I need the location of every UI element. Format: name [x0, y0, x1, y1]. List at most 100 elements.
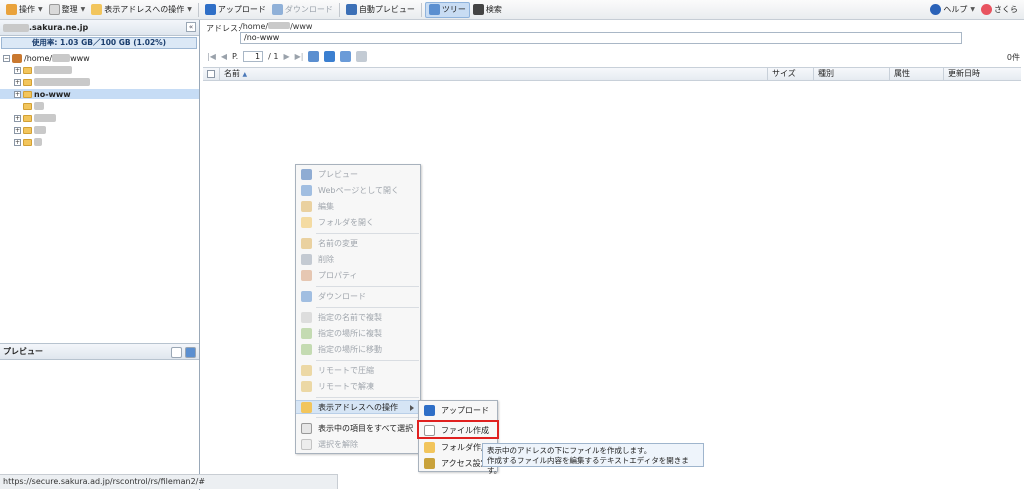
menu-item-open-folder[interactable]: フォルダを開く: [296, 215, 420, 229]
menu-item-download[interactable]: ダウンロード: [296, 289, 420, 303]
folder-icon: [23, 90, 32, 98]
archive-icon: [301, 380, 312, 392]
expand-node-icon[interactable]: +: [14, 78, 21, 86]
search-button[interactable]: 検索: [470, 2, 505, 18]
column-type[interactable]: 種別: [813, 68, 889, 81]
address-path: /home//www: [240, 22, 313, 31]
tree-item[interactable]: [0, 101, 199, 111]
annotation-highlight-box: [417, 420, 499, 439]
new-folder-icon: [424, 441, 435, 453]
folder-icon: [23, 102, 32, 110]
cursor-icon: [301, 422, 312, 434]
menu-divider: [316, 417, 419, 418]
menu-item-copy-named[interactable]: 指定の名前で複製: [296, 310, 420, 324]
operate-menu-button[interactable]: 操作 ▼: [3, 2, 46, 18]
redacted-text: [34, 138, 42, 146]
menu-item-properties[interactable]: プロパティ: [296, 268, 420, 282]
column-name[interactable]: 名前 ▲: [219, 68, 767, 81]
monitor-icon: [345, 4, 357, 15]
tooltip: 表示中のアドレスの下にファイルを作成します。 作成するファイル内容を編集するテキ…: [482, 443, 704, 475]
tree-toggle-button[interactable]: ツリー: [424, 1, 470, 18]
next-page-icon[interactable]: ▶: [283, 52, 289, 61]
tree-item[interactable]: +: [0, 113, 199, 123]
download-icon: [301, 290, 312, 302]
pencil-icon: [301, 200, 312, 212]
column-size[interactable]: サイズ: [767, 68, 813, 81]
folder-icon: [23, 126, 32, 134]
redacted-text: [268, 22, 291, 29]
tree-item[interactable]: +: [0, 65, 199, 75]
edit-icon[interactable]: [171, 347, 182, 358]
upload-icon: [204, 4, 216, 15]
toolbar-divider: [420, 2, 422, 17]
address-ops-menu-button[interactable]: 表示アドレスへの操作 ▼: [88, 2, 195, 18]
select-all-checkbox[interactable]: [207, 70, 215, 78]
column-modified[interactable]: 更新日時: [943, 68, 1021, 81]
menu-item-remote-compress[interactable]: リモートで圧縮: [296, 363, 420, 377]
folder-icon: [23, 114, 32, 122]
collapse-node-icon[interactable]: −: [3, 54, 10, 62]
organize-icon: [48, 4, 60, 15]
menu-item-select-all[interactable]: 表示中の項目をすべて選択: [296, 421, 420, 435]
menu-item-delete[interactable]: 削除: [296, 252, 420, 266]
up-folder-icon[interactable]: [324, 51, 336, 62]
sakura-menu-button[interactable]: さくら: [978, 2, 1021, 18]
forward-icon[interactable]: [356, 51, 368, 62]
redacted-text: [34, 126, 46, 134]
expand-node-icon[interactable]: +: [14, 90, 21, 98]
tree-root-row[interactable]: − /home/ www: [0, 53, 199, 63]
menu-divider: [316, 360, 419, 361]
prev-page-icon[interactable]: ◀: [221, 52, 227, 61]
upload-button[interactable]: アップロード: [202, 2, 269, 18]
delete-icon: [301, 253, 312, 265]
collapse-panel-button[interactable]: «: [186, 22, 196, 32]
redacted-text: [34, 114, 56, 122]
first-page-icon[interactable]: |◀: [207, 52, 216, 61]
folder-icon: [23, 138, 32, 146]
home-icon: [12, 53, 22, 63]
download-icon[interactable]: [185, 347, 196, 358]
tree-item[interactable]: +: [0, 137, 199, 147]
menu-item-move-location[interactable]: 指定の場所に移動: [296, 342, 420, 356]
toolbar-divider: [338, 2, 340, 17]
expand-node-icon[interactable]: +: [14, 114, 21, 122]
expand-node-icon[interactable]: +: [14, 138, 21, 146]
folder-tree-panel: .sakura.ne.jp « 使用率: 1.03 GB／100 GB (1.0…: [0, 20, 200, 490]
menu-item-address-ops[interactable]: 表示アドレスへの操作: [296, 400, 420, 414]
folder-icon: [91, 4, 103, 15]
file-grid-header: 名前 ▲ サイズ 種別 属性 更新日時: [203, 67, 1021, 81]
folder-icon: [301, 401, 312, 413]
organize-menu-button[interactable]: 整理 ▼: [46, 2, 89, 18]
help-menu-button[interactable]: ヘルプ ▼: [927, 2, 978, 18]
chevron-down-icon: ▼: [38, 6, 43, 13]
refresh-icon[interactable]: [308, 51, 320, 62]
download-icon: [271, 4, 283, 15]
expand-node-icon[interactable]: +: [14, 66, 21, 74]
download-button[interactable]: ダウンロード: [269, 2, 336, 18]
menu-item-copy-location[interactable]: 指定の場所に複製: [296, 326, 420, 340]
item-count: 0件: [1006, 53, 1020, 62]
page-number-input[interactable]: 1: [243, 51, 264, 62]
tree-item-no-www[interactable]: + no-www: [0, 89, 199, 99]
sakura-logo-icon: [981, 4, 992, 15]
back-icon[interactable]: [340, 51, 352, 62]
menu-divider: [316, 233, 419, 234]
folder-icon: [23, 66, 32, 74]
menu-item-open-web[interactable]: Webページとして開く: [296, 183, 420, 197]
tree-item[interactable]: +: [0, 125, 199, 135]
tree-item[interactable]: +: [0, 77, 199, 87]
sort-asc-icon: ▲: [242, 71, 248, 78]
domain-header: .sakura.ne.jp: [0, 20, 199, 36]
menu-item-remote-extract[interactable]: リモートで解凍: [296, 379, 420, 393]
menu-item-edit[interactable]: 編集: [296, 199, 420, 213]
auto-preview-button[interactable]: 自動プレビュー: [343, 2, 418, 18]
last-page-icon[interactable]: ▶|: [295, 52, 304, 61]
menu-item-preview[interactable]: プレビュー: [296, 167, 420, 181]
menu-item-rename[interactable]: 名前の変更: [296, 236, 420, 250]
submenu-item-upload[interactable]: アップロード: [419, 403, 497, 417]
column-attr[interactable]: 属性: [889, 68, 943, 81]
web-page-icon: [301, 184, 312, 196]
expand-node-icon[interactable]: +: [14, 126, 21, 134]
address-input[interactable]: /no-www: [240, 32, 962, 44]
menu-item-deselect[interactable]: 選択を解除: [296, 437, 420, 451]
